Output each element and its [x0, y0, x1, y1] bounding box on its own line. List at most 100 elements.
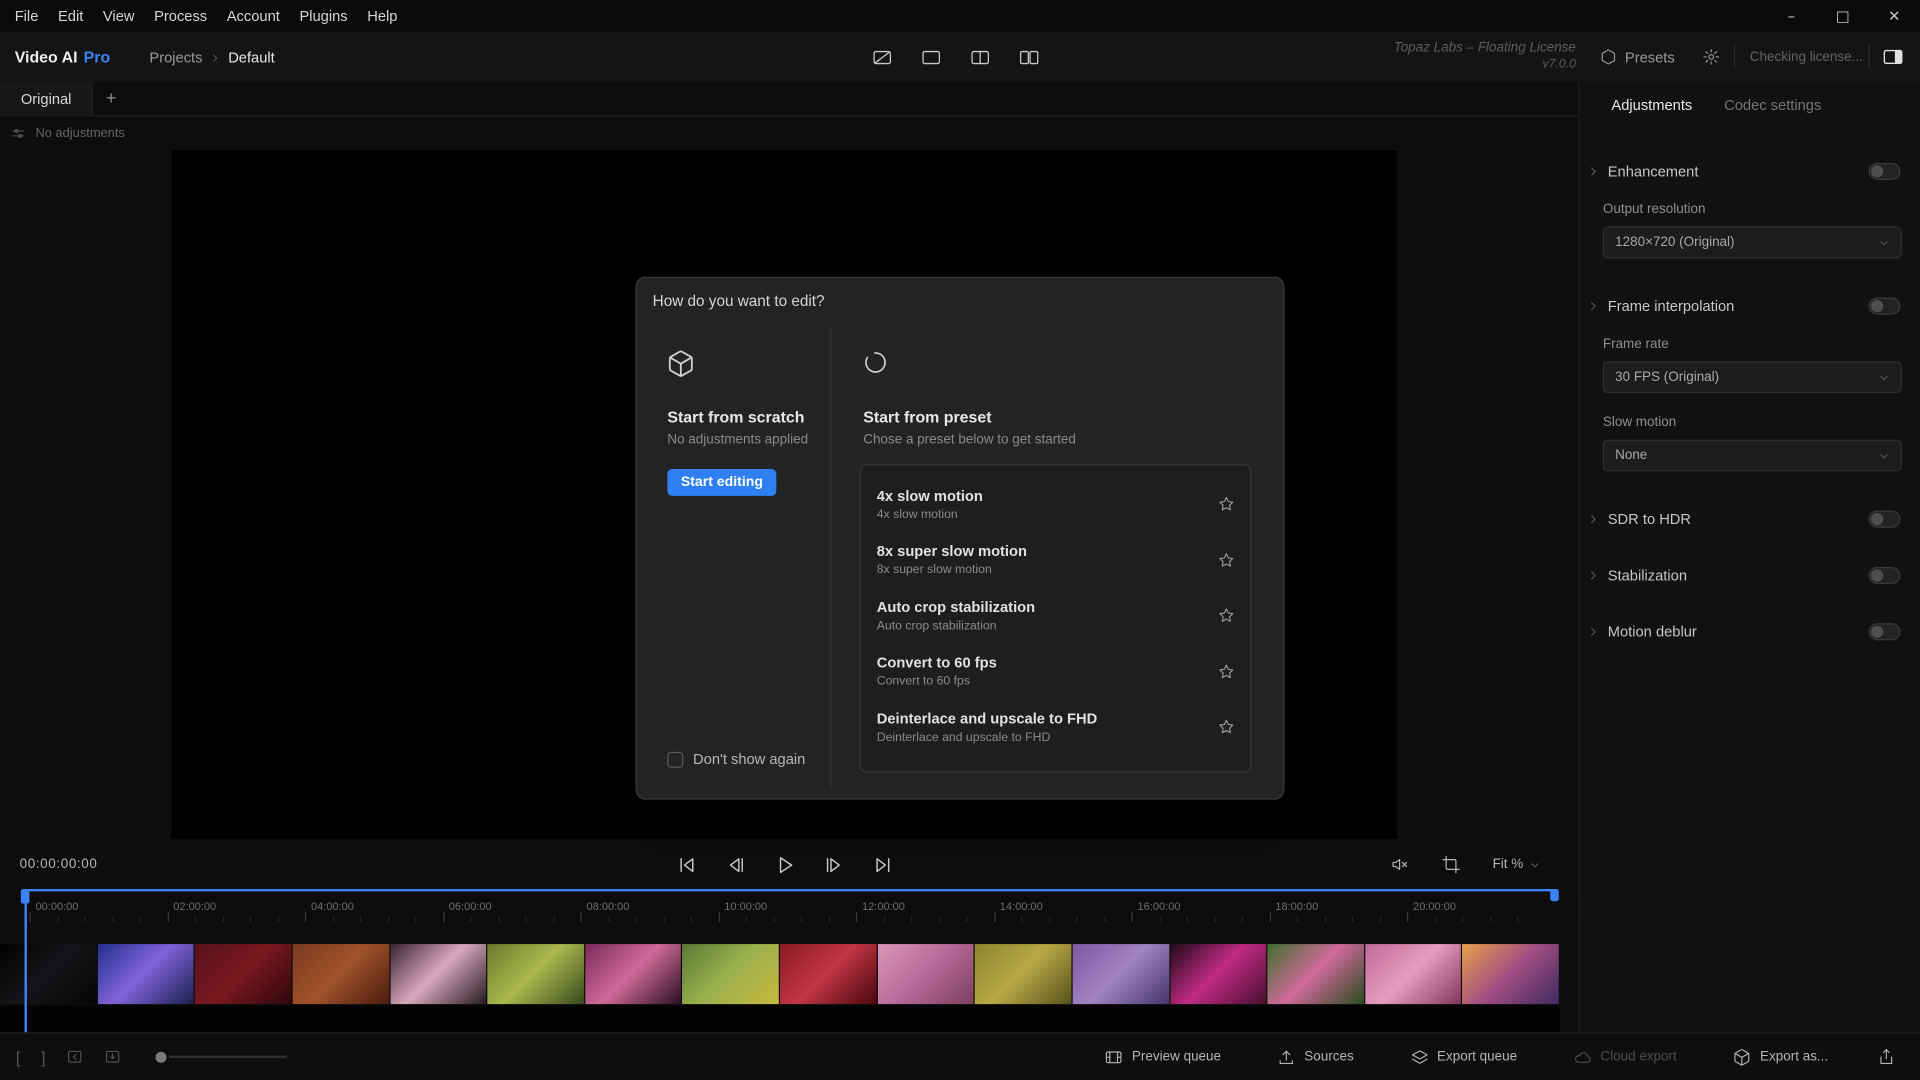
thumbnail-green-yellow[interactable]	[487, 944, 584, 1005]
thumbnail-green-pink[interactable]	[1267, 944, 1364, 1005]
thumbnail-pink-flowers[interactable]	[585, 944, 682, 1005]
menu-item-view[interactable]: View	[93, 7, 144, 24]
ruler-minor-tick	[1434, 917, 1436, 923]
menu-item-help[interactable]: Help	[357, 7, 407, 24]
enhancement-toggle[interactable]	[1868, 162, 1901, 180]
thumbnail-magenta-dahlia[interactable]	[1170, 944, 1267, 1005]
start-editing-button[interactable]: Start editing	[667, 468, 777, 496]
skip-end-button[interactable]	[871, 853, 894, 876]
mute-icon[interactable]	[1390, 855, 1410, 875]
footer-left-tools: [ ]	[16, 1048, 122, 1066]
timeline-ruler[interactable]: 00:00:00 02:00:00 04:00:00 06:00:00 08:00:00…	[0, 888, 1579, 927]
play-button[interactable]	[773, 853, 796, 876]
section-stabilization[interactable]: Stabilization	[1587, 566, 1901, 585]
tab-original[interactable]: Original	[0, 82, 94, 116]
frame-interpolation-toggle[interactable]	[1868, 297, 1901, 315]
close-button[interactable]: ✕	[1869, 0, 1920, 32]
step-forward-button[interactable]	[822, 853, 845, 876]
frame-rate-dropdown[interactable]: 30 FPS (Original)	[1602, 361, 1902, 394]
menu-item-account[interactable]: Account	[217, 7, 290, 24]
zoom-fit-dropdown[interactable]: Fit %	[1493, 857, 1541, 872]
ruler-minor-tick	[1021, 917, 1023, 923]
export-as-button[interactable]: Export as...	[1733, 1048, 1828, 1066]
cloud-export-button[interactable]: Cloud export	[1573, 1048, 1677, 1066]
thumbnail-pink-blossom[interactable]	[390, 944, 487, 1005]
output-resolution-dropdown[interactable]: 1280×720 (Original)	[1602, 226, 1902, 259]
thumbnail-blue-purple[interactable]	[97, 944, 194, 1005]
star-icon[interactable]	[1217, 606, 1235, 624]
breadcrumb-current-project[interactable]: Default	[228, 49, 275, 66]
ruler-minor-tick	[663, 917, 665, 923]
section-frame-interpolation[interactable]: Frame interpolation	[1587, 297, 1901, 315]
thumbnail-blossom-tree[interactable]	[877, 944, 974, 1005]
settings-button[interactable]	[1702, 48, 1720, 70]
ruler-tick	[1131, 912, 1133, 923]
thumbnail-dark[interactable]	[0, 944, 97, 1005]
box-icon	[1733, 1048, 1751, 1066]
sources-button[interactable]: Sources	[1277, 1048, 1354, 1066]
dont-show-again-checkbox[interactable]	[667, 751, 684, 768]
menu-item-process[interactable]: Process	[144, 7, 217, 24]
star-icon[interactable]	[1217, 495, 1235, 513]
crop-icon[interactable]	[1441, 855, 1461, 875]
out-point-handle[interactable]	[1550, 888, 1559, 902]
thumbnail-pink-bright[interactable]	[1365, 944, 1462, 1005]
toggle-right-panel-button[interactable]	[1882, 48, 1904, 70]
view-compare-icon[interactable]	[970, 49, 991, 66]
slow-motion-dropdown[interactable]: None	[1602, 439, 1902, 472]
tab-codec-settings[interactable]: Codec settings	[1724, 97, 1821, 114]
button-label: Export as...	[1760, 1049, 1829, 1065]
presets-label: Presets	[1624, 48, 1675, 66]
app-window: File Edit View Process Account Plugins Help – …	[0, 0, 1920, 1080]
marker-in-icon[interactable]	[66, 1048, 83, 1065]
star-icon[interactable]	[1217, 551, 1235, 569]
stabilization-toggle[interactable]	[1868, 566, 1901, 585]
section-motion-deblur[interactable]: Motion deblur	[1587, 623, 1901, 641]
menu-item-edit[interactable]: Edit	[48, 7, 93, 24]
trim-out-button[interactable]: ]	[41, 1048, 45, 1066]
thumbnail-red-roses[interactable]	[780, 944, 877, 1005]
thumbnail-lavender-rows[interactable]	[1072, 944, 1169, 1005]
export-queue-button[interactable]: Export queue	[1410, 1048, 1517, 1066]
timeline-zoom-slider[interactable]	[155, 1051, 287, 1063]
slider-knob[interactable]	[155, 1051, 167, 1063]
menu-item-file[interactable]: File	[5, 7, 48, 24]
view-dual-icon[interactable]	[1019, 49, 1040, 66]
add-tab-button[interactable]: +	[94, 82, 117, 115]
restore-button[interactable]: □	[1817, 0, 1868, 32]
minimize-button[interactable]: –	[1766, 0, 1817, 32]
thumbnail-sunset[interactable]	[1462, 944, 1559, 1005]
preview-queue-button[interactable]: Preview queue	[1105, 1048, 1221, 1066]
menu-item-plugins[interactable]: Plugins	[290, 7, 358, 24]
upload-icon	[1277, 1048, 1295, 1066]
star-icon[interactable]	[1217, 662, 1235, 680]
thumbnail-green-field[interactable]	[682, 944, 779, 1005]
star-icon[interactable]	[1217, 718, 1235, 736]
preset-item-auto-crop-stabilization[interactable]: Auto crop stabilization Auto crop stabili…	[861, 588, 1250, 644]
motion-deblur-toggle[interactable]	[1868, 623, 1901, 641]
step-back-button[interactable]	[724, 853, 747, 876]
tab-adjustments[interactable]: Adjustments	[1611, 97, 1692, 114]
preset-item-deinterlace-and-upscale-to-fhd[interactable]: Deinterlace and upscale to FHD Deinterlac…	[861, 699, 1250, 755]
view-single-icon[interactable]	[921, 49, 942, 66]
save-frame-icon[interactable]	[104, 1048, 121, 1065]
section-sdr-to-hdr[interactable]: SDR to HDR	[1587, 510, 1901, 528]
trim-in-button[interactable]: [	[16, 1048, 20, 1066]
preset-item-subtitle: Auto crop stabilization	[876, 619, 997, 633]
share-icon[interactable]	[1877, 1048, 1895, 1066]
preset-item-8x-super-slow-motion[interactable]: 8x super slow motion 8x super slow motion	[861, 532, 1250, 588]
ruler-minor-tick	[552, 917, 555, 923]
ruler-minor-tick	[911, 917, 913, 923]
thumbnail-dark-red[interactable]	[195, 944, 292, 1005]
ruler-minor-tick	[773, 917, 775, 923]
preset-item-4x-slow-motion[interactable]: 4x slow motion 4x slow motion	[861, 476, 1250, 532]
thumbnail-rust-speckle[interactable]	[292, 944, 389, 1005]
presets-button[interactable]: Presets	[1599, 48, 1675, 66]
section-enhancement[interactable]: Enhancement	[1587, 162, 1901, 180]
breadcrumb-projects[interactable]: Projects	[149, 49, 202, 66]
thumbnail-olive[interactable]	[975, 944, 1072, 1005]
preset-item-convert-to-60-fps[interactable]: Convert to 60 fps Convert to 60 fps	[861, 643, 1250, 699]
skip-start-button[interactable]	[675, 853, 698, 876]
view-split-icon[interactable]	[872, 49, 893, 66]
sdr-to-hdr-toggle[interactable]	[1868, 510, 1901, 528]
